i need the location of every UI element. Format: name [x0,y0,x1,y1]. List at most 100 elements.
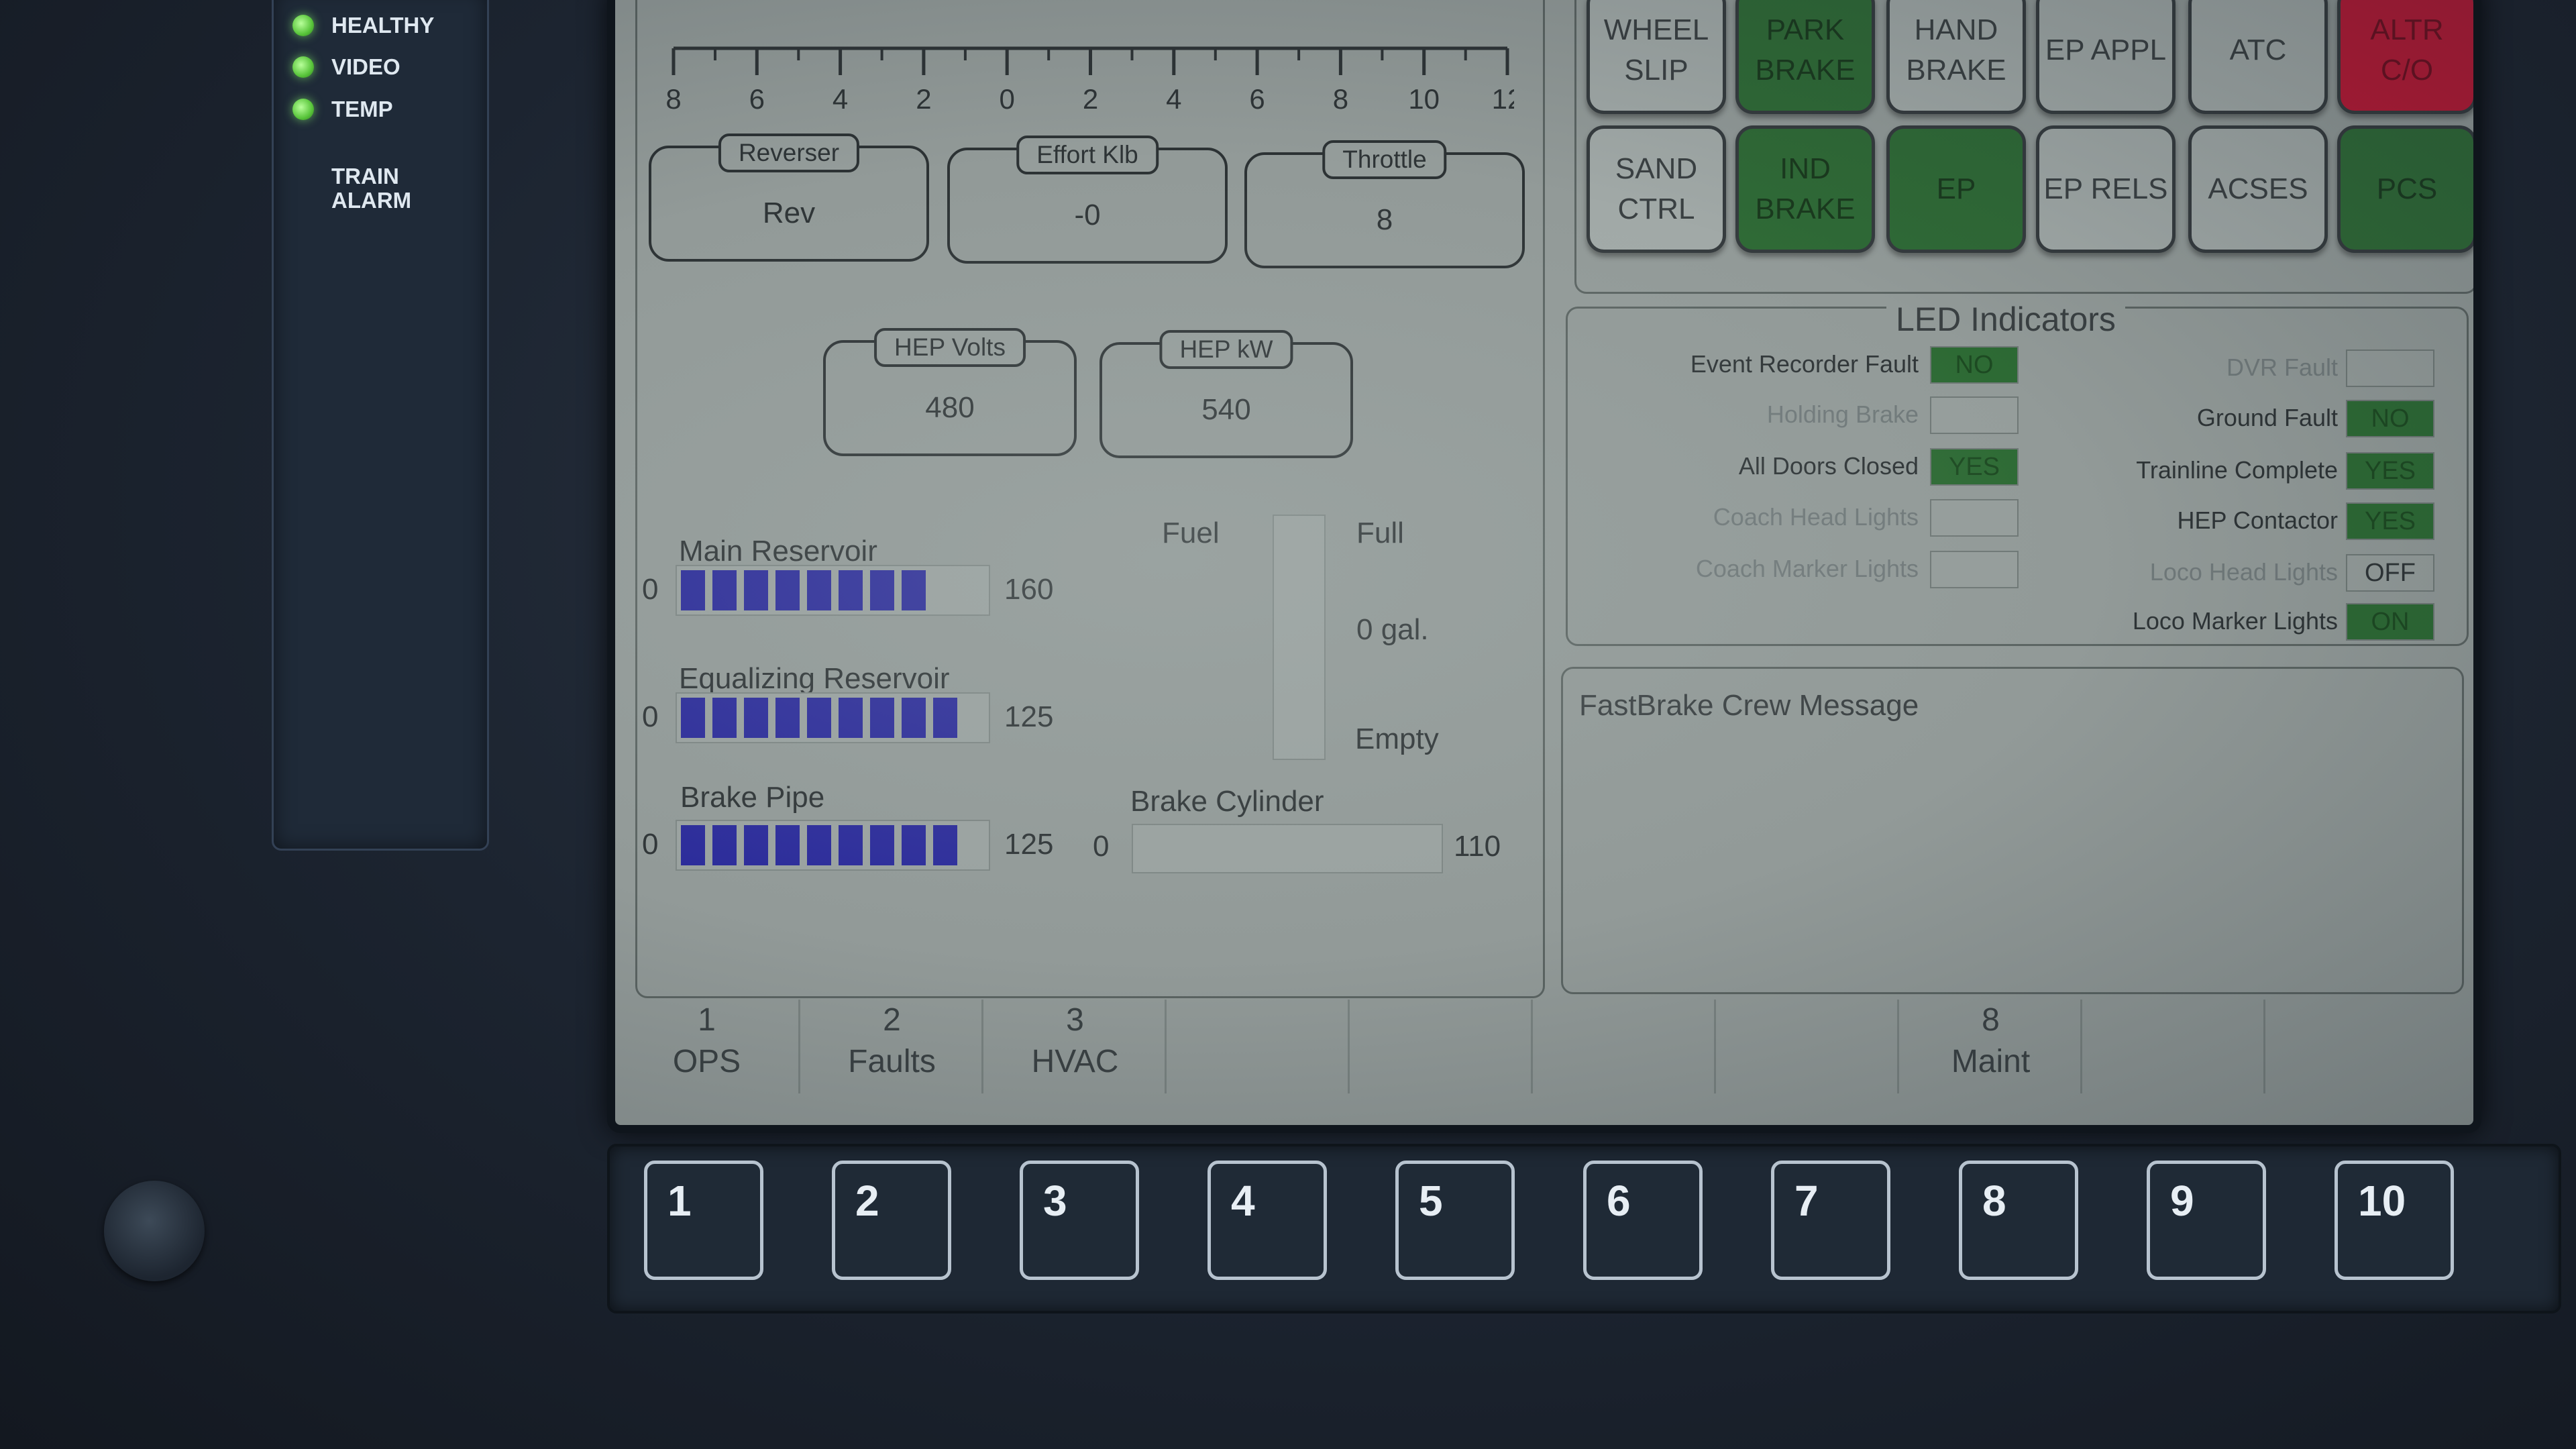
main-reservoir-bar [676,565,990,616]
led-indicator-value [2346,350,2434,387]
hardware-key-2[interactable]: 2 [832,1161,951,1280]
scale-tick-label: 2 [916,83,931,115]
reverser-gauge: Reverser Rev [649,133,929,262]
softkey-blank[interactable] [1165,1000,1350,1093]
status-led-row: HEALTHY [292,13,434,38]
hardware-key-3[interactable]: 3 [1020,1161,1139,1280]
equalizing-reservoir-bar [676,692,990,743]
button-wheel-slip[interactable]: WHEEL SLIP [1587,0,1726,114]
button-sand-ctrl[interactable]: SAND CTRL [1587,125,1726,253]
softkey-blank[interactable] [1531,1000,1716,1093]
hardware-key-label: 7 [1794,1177,1819,1225]
bar-segment [712,698,737,738]
brake-cylinder-bar [1132,824,1443,873]
softkey-label: HVAC [1031,1044,1119,1079]
hardware-key-label: 2 [855,1177,879,1225]
hardware-key-9[interactable]: 9 [2147,1161,2266,1280]
throttle-value: 8 [1376,203,1393,236]
reverser-label: Reverser [718,133,860,172]
led-indicator-value [1930,499,2019,537]
scale-tick-label: 0 [1000,83,1015,115]
hardware-key-label: 4 [1231,1177,1255,1225]
button-ep-appl[interactable]: EP APPL [2036,0,2176,114]
softkey-ops[interactable]: 1 OPS [615,1000,798,1093]
brake-cylinder-min: 0 [1093,830,1110,863]
status-led-row: TEMP [292,97,393,121]
status-led-label: VIDEO [331,54,400,79]
bar-segment [807,698,831,738]
bar-segment [681,698,705,738]
hardware-key-label: 6 [1607,1177,1631,1225]
button-acses[interactable]: ACSES [2188,125,2328,253]
hardware-key-6[interactable]: 6 [1583,1161,1703,1280]
brake-pipe-label: Brake Pipe [680,781,825,814]
fuel-quantity: 0 gal. [1356,613,1429,646]
led-indicator-value: NO [2346,400,2434,437]
softkey-label: Maint [1951,1044,2031,1079]
softkey-hvac[interactable]: 3 HVAC [981,1000,1167,1093]
bar-segment [870,698,894,738]
hardware-key-1[interactable]: 1 [644,1161,763,1280]
hardware-key-8[interactable]: 8 [1959,1161,2078,1280]
button-atc[interactable]: ATC [2188,0,2328,114]
softkey-maint[interactable]: 8 Maint [1897,1000,2082,1093]
hep-volts-gauge: HEP Volts 480 [823,328,1077,456]
led-indicator-value: YES [1930,448,2019,486]
bar-segment [807,570,831,610]
softkey-faults[interactable]: 2 Faults [798,1000,983,1093]
led-indicator-value [1930,396,2019,434]
scale-tick-label: 10 [1408,83,1440,115]
led-indicator-label: Holding Brake [1766,400,1919,428]
led-indicator-value: OFF [2346,554,2434,592]
led-indicator-label: Event Recorder Fault [1690,350,1919,378]
led-indicator-label: DVR Fault [2226,354,2338,381]
main-reservoir-label: Main Reservoir [679,535,877,568]
scale-tick-label: 4 [833,83,848,115]
button-hand-brake[interactable]: HAND BRAKE [1886,0,2026,114]
bar-segment [744,698,768,738]
effort-gauge: Effort Klb -0 [947,136,1228,264]
button-ind-brake[interactable]: IND BRAKE [1735,125,1875,253]
display-screen: 8642024681012 Reverser Rev Effort Klb -0… [607,0,2481,1133]
hardware-key-10[interactable]: 10 [2334,1161,2454,1280]
button-ep-rels[interactable]: EP RELS [2036,125,2176,253]
led-indicator-label: Coach Marker Lights [1695,555,1919,582]
bar-segment [902,698,926,738]
status-led-icon [292,15,314,36]
brake-pipe-min: 0 [642,828,659,861]
fuel-gauge [1273,515,1326,760]
led-indicator-value: YES [2346,502,2434,540]
button-park-brake[interactable]: PARK BRAKE [1735,0,1875,114]
softkey-number: 2 [883,1002,901,1038]
button-altr-c-o[interactable]: ALTR C/O [2337,0,2473,114]
throttle-label: Throttle [1322,140,1447,179]
bar-segment [839,698,863,738]
led-indicator-label: Loco Marker Lights [2132,607,2338,635]
softkey-blank[interactable] [1714,1000,1899,1093]
led-indicator-label: Ground Fault [2196,404,2338,431]
hardware-key-5[interactable]: 5 [1395,1161,1515,1280]
led-indicator-label: Loco Head Lights [2149,558,2338,586]
brake-pipe-max: 125 [1004,828,1054,861]
button-ep[interactable]: EP [1886,125,2026,253]
scale-tick-label: 6 [749,83,765,115]
led-indicator-value: ON [2346,603,2434,641]
bar-segment [775,570,800,610]
hardware-key-7[interactable]: 7 [1771,1161,1890,1280]
hardware-key-4[interactable]: 4 [1208,1161,1327,1280]
led-indicator-value [1930,551,2019,588]
crew-message-title: FastBrake Crew Message [1579,689,1919,722]
hardware-key-label: 8 [1982,1177,2006,1225]
hep-kw-label: HEP kW [1159,330,1293,369]
hardware-key-label: 9 [2170,1177,2194,1225]
softkey-blank[interactable] [1348,1000,1533,1093]
softkey-blank[interactable] [2080,1000,2265,1093]
softkey-number: 1 [698,1002,716,1038]
status-led-row: TRAIN ALARM [292,164,411,213]
softkey-number: 3 [1066,1002,1084,1038]
softkey-blank[interactable] [2263,1000,2449,1093]
button-pcs[interactable]: PCS [2337,125,2473,253]
bar-segment [839,570,863,610]
bar-segment [681,825,705,865]
hep-kw-value: 540 [1201,393,1251,426]
